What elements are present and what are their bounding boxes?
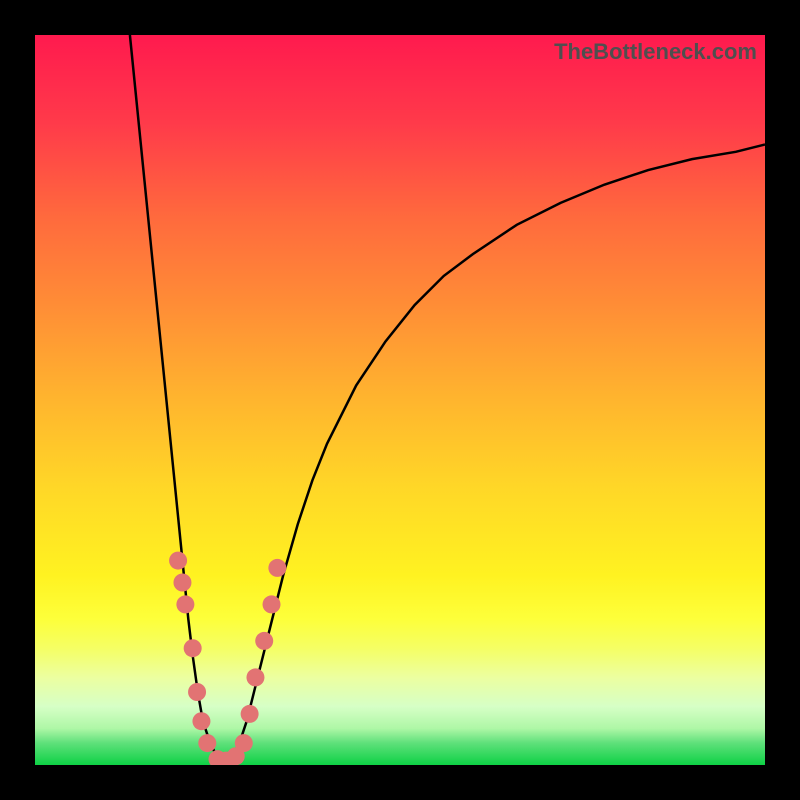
- curve-left-branch: [130, 35, 225, 765]
- data-marker: [235, 734, 253, 752]
- plot-area: TheBottleneck.com: [35, 35, 765, 765]
- data-marker: [184, 639, 202, 657]
- data-marker: [173, 574, 191, 592]
- data-marker: [176, 595, 194, 613]
- data-marker: [188, 683, 206, 701]
- data-marker: [241, 705, 259, 723]
- data-marker: [198, 734, 216, 752]
- data-marker: [263, 595, 281, 613]
- chart-frame: TheBottleneck.com: [0, 0, 800, 800]
- curve-right-branch: [225, 145, 765, 766]
- curve-layer: [35, 35, 765, 765]
- data-marker: [268, 559, 286, 577]
- data-marker: [246, 668, 264, 686]
- marker-group: [169, 552, 286, 765]
- data-marker: [255, 632, 273, 650]
- data-marker: [192, 712, 210, 730]
- data-marker: [169, 552, 187, 570]
